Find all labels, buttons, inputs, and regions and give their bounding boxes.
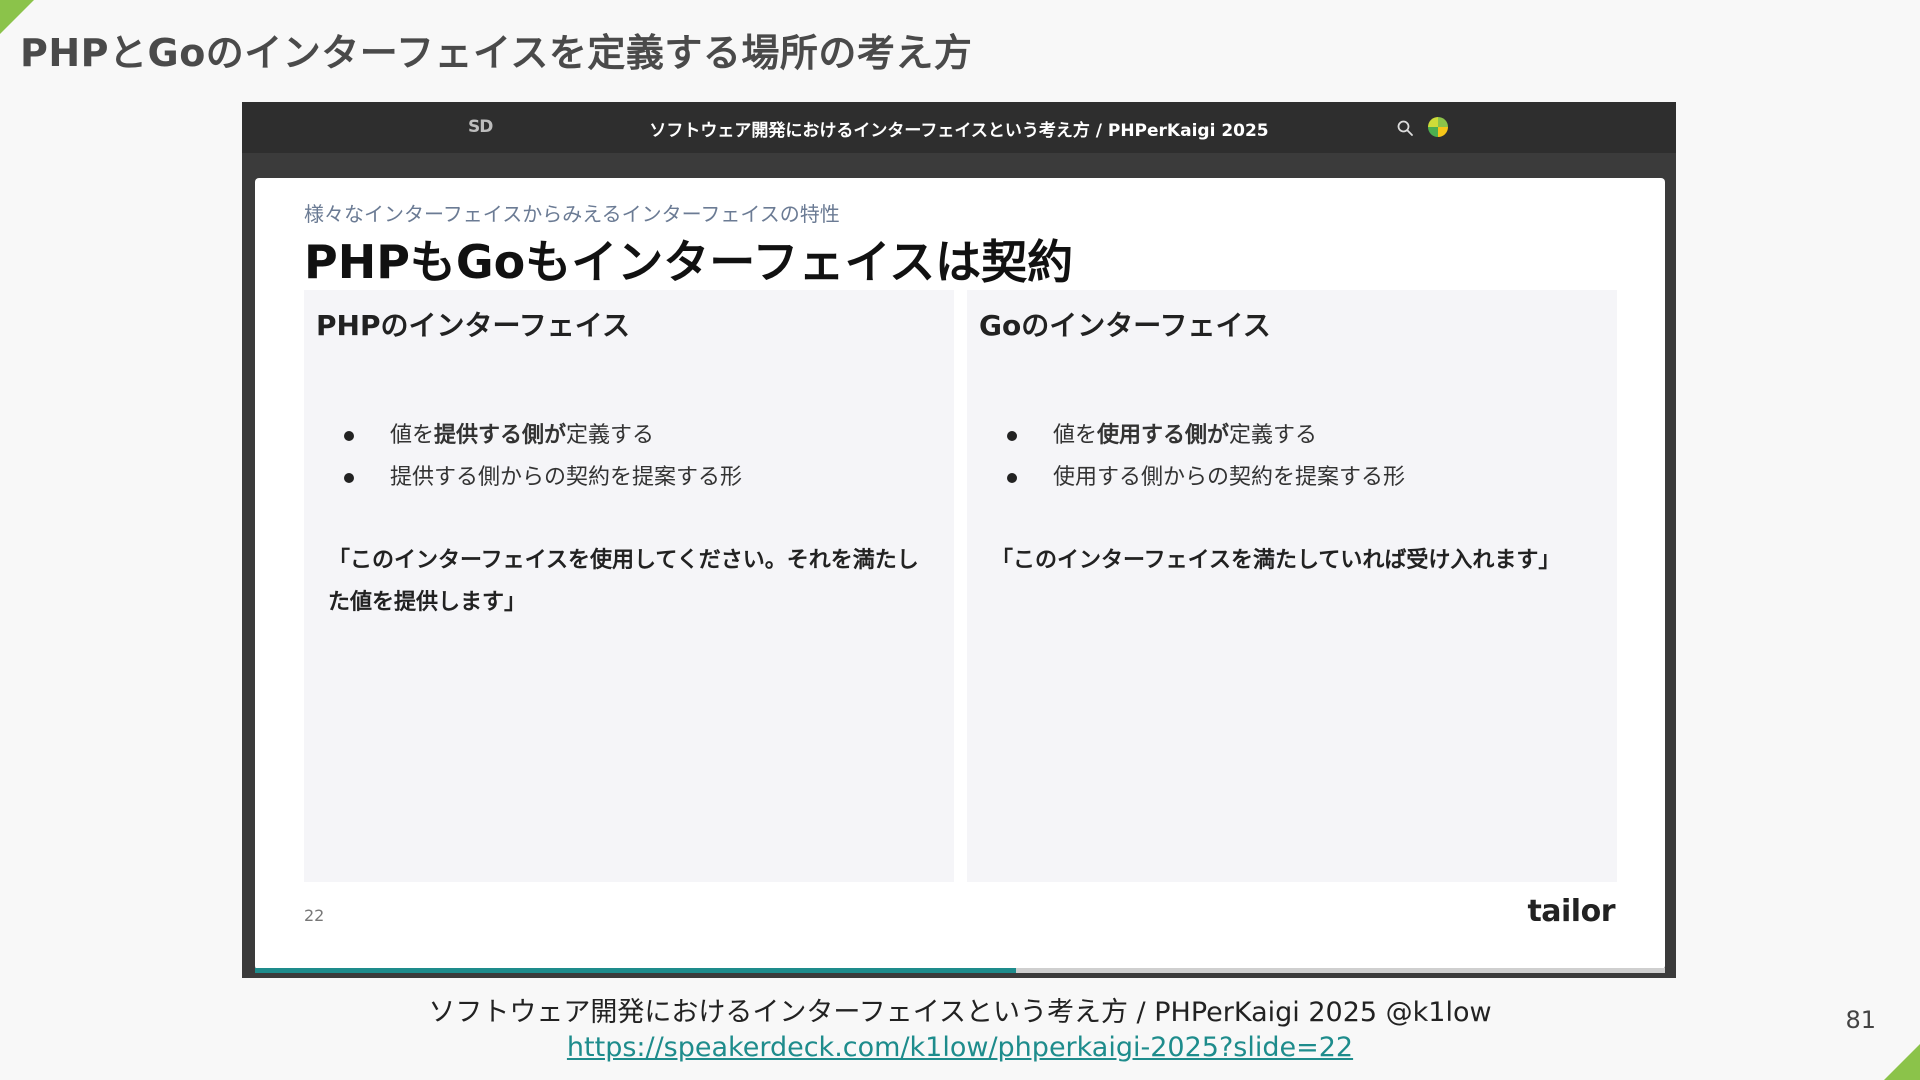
panel-title-php: PHPのインターフェイス <box>316 309 630 342</box>
page-title: PHPとGoのインターフェイスを定義する場所の考え方 <box>20 31 973 75</box>
bullet-text-c: 定義する <box>1229 423 1318 448</box>
source-link[interactable]: https://speakerdeck.com/k1low/phperkaigi… <box>0 1032 1920 1063</box>
panel-quote: 「このインターフェイスを満たしていれば受け入れます」 <box>991 548 1561 573</box>
bullet-text: 使用する側からの契約を提案する形 <box>1053 465 1406 490</box>
slide-progress-bar[interactable] <box>255 968 1665 973</box>
page-number: 81 <box>1845 1006 1876 1034</box>
slide-content: 様々なインターフェイスからみえるインターフェイスの特性 PHPもGoもインターフ… <box>255 178 1665 970</box>
avatar-icon[interactable] <box>1428 117 1448 137</box>
bullet-text-a: 値を <box>390 423 435 448</box>
tailor-logo: tailor <box>1527 894 1615 929</box>
bullet-text-a: 値を <box>1053 423 1098 448</box>
slide-heading: PHPもGoもインターフェイスは契約 <box>304 235 1074 289</box>
slide-number: 22 <box>304 906 325 925</box>
embedded-slide-viewer: SD ソフトウェア開発におけるインターフェイスという考え方 / PHPerKai… <box>242 102 1676 978</box>
list-item: 値を 提供する側が 定義する <box>344 415 742 457</box>
viewer-toolbar: SD ソフトウェア開発におけるインターフェイスという考え方 / PHPerKai… <box>242 102 1676 153</box>
bullet-text-bold: 使用する側が <box>1097 423 1230 448</box>
bullet-text: 提供する側からの契約を提案する形 <box>390 465 743 490</box>
list-item: 使用する側からの契約を提案する形 <box>1007 457 1405 499</box>
slide-kicker: 様々なインターフェイスからみえるインターフェイスの特性 <box>304 202 840 226</box>
panel-quote: 「このインターフェイスを使用してください。それを満たした値を提供します」 <box>328 548 919 615</box>
panel-title-go: Goのインターフェイス <box>979 309 1271 342</box>
bullet-text-c: 定義する <box>566 423 655 448</box>
bullet-icon <box>344 431 354 441</box>
bullet-icon <box>344 473 354 483</box>
bullet-icon <box>1007 473 1017 483</box>
bullet-icon <box>1007 431 1017 441</box>
viewer-title[interactable]: ソフトウェア開発におけるインターフェイスという考え方 / PHPerKaigi … <box>242 116 1676 141</box>
search-icon[interactable] <box>1396 119 1414 137</box>
go-interface-panel: Goのインターフェイス 値を 使用する側が 定義する 使用する側からの契約を提案する… <box>967 290 1617 882</box>
bullet-list: 値を 使用する側が 定義する 使用する側からの契約を提案する形 <box>1007 415 1405 499</box>
source-caption: ソフトウェア開発におけるインターフェイスという考え方 / PHPerKaigi … <box>428 997 1492 1028</box>
php-interface-panel: PHPのインターフェイス 値を 提供する側が 定義する 提供する側からの契約を提案す… <box>304 290 954 882</box>
bullet-text-bold: 提供する側が <box>434 423 567 448</box>
list-item: 提供する側からの契約を提案する形 <box>344 457 742 499</box>
list-item: 値を 使用する側が 定義する <box>1007 415 1405 457</box>
slide-progress-fill <box>255 968 1017 973</box>
bullet-list: 値を 提供する側が 定義する 提供する側からの契約を提案する形 <box>344 415 742 499</box>
